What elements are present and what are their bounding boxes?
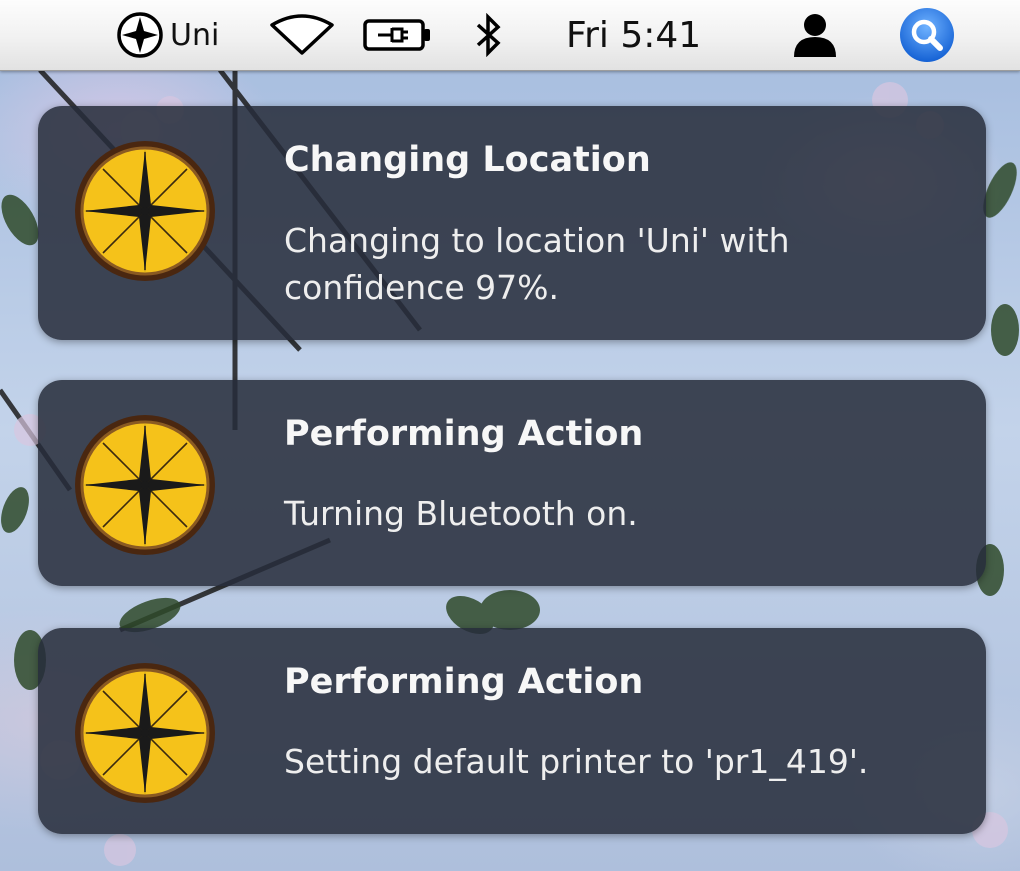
bluetooth-icon xyxy=(474,13,504,57)
clock[interactable]: Fri 5:41 xyxy=(566,0,701,70)
notification-message: Setting default printer to 'pr1_419'. xyxy=(284,742,869,781)
location-menu-extra[interactable]: Uni xyxy=(116,0,219,70)
compass-icon xyxy=(116,11,164,59)
clock-label: Fri 5:41 xyxy=(566,14,702,56)
compass-icon xyxy=(72,138,218,284)
user-icon xyxy=(788,11,842,59)
menu-bar: Uni Fri 5:41 xyxy=(0,0,1020,71)
wifi-icon xyxy=(268,13,336,57)
notification-changing-location[interactable]: Changing Location Changing to location '… xyxy=(38,106,986,340)
spotlight-button[interactable] xyxy=(898,0,956,70)
bluetooth-menu-extra[interactable] xyxy=(474,0,504,70)
wifi-menu-extra[interactable] xyxy=(268,0,336,70)
battery-menu-extra[interactable] xyxy=(362,0,434,70)
user-menu[interactable] xyxy=(788,0,842,70)
compass-icon xyxy=(72,412,218,558)
location-label: Uni xyxy=(170,17,220,53)
notification-printer-action[interactable]: Performing Action Setting default printe… xyxy=(38,628,986,834)
notification-title: Changing Location xyxy=(284,140,651,180)
notification-bluetooth-action[interactable]: Performing Action Turning Bluetooth on. xyxy=(38,380,986,586)
compass-icon xyxy=(72,660,218,806)
notification-title: Performing Action xyxy=(284,414,644,454)
notification-message: Turning Bluetooth on. xyxy=(284,494,638,533)
battery-charging-icon xyxy=(362,17,434,53)
notification-title: Performing Action xyxy=(284,662,644,702)
notification-message: Changing to location 'Uni' with confiden… xyxy=(284,221,790,307)
spotlight-search-icon xyxy=(898,6,956,64)
